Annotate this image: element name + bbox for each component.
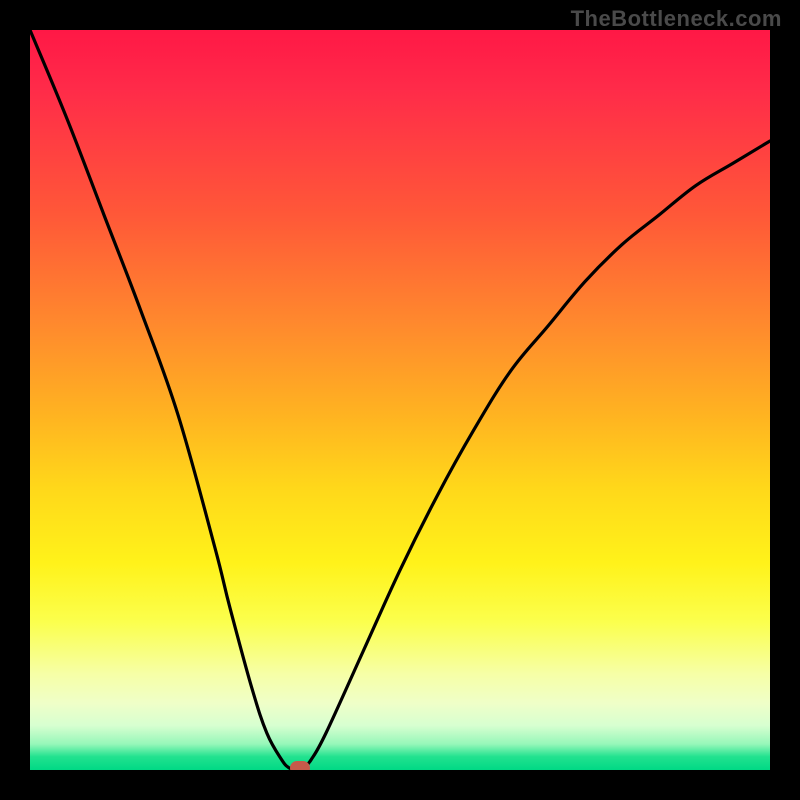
watermark-text: TheBottleneck.com bbox=[571, 6, 782, 32]
plot-area bbox=[30, 30, 770, 770]
optimal-point-marker bbox=[290, 761, 310, 770]
bottleneck-curve bbox=[30, 30, 770, 770]
chart-container: TheBottleneck.com bbox=[0, 0, 800, 800]
curve-svg bbox=[30, 30, 770, 770]
